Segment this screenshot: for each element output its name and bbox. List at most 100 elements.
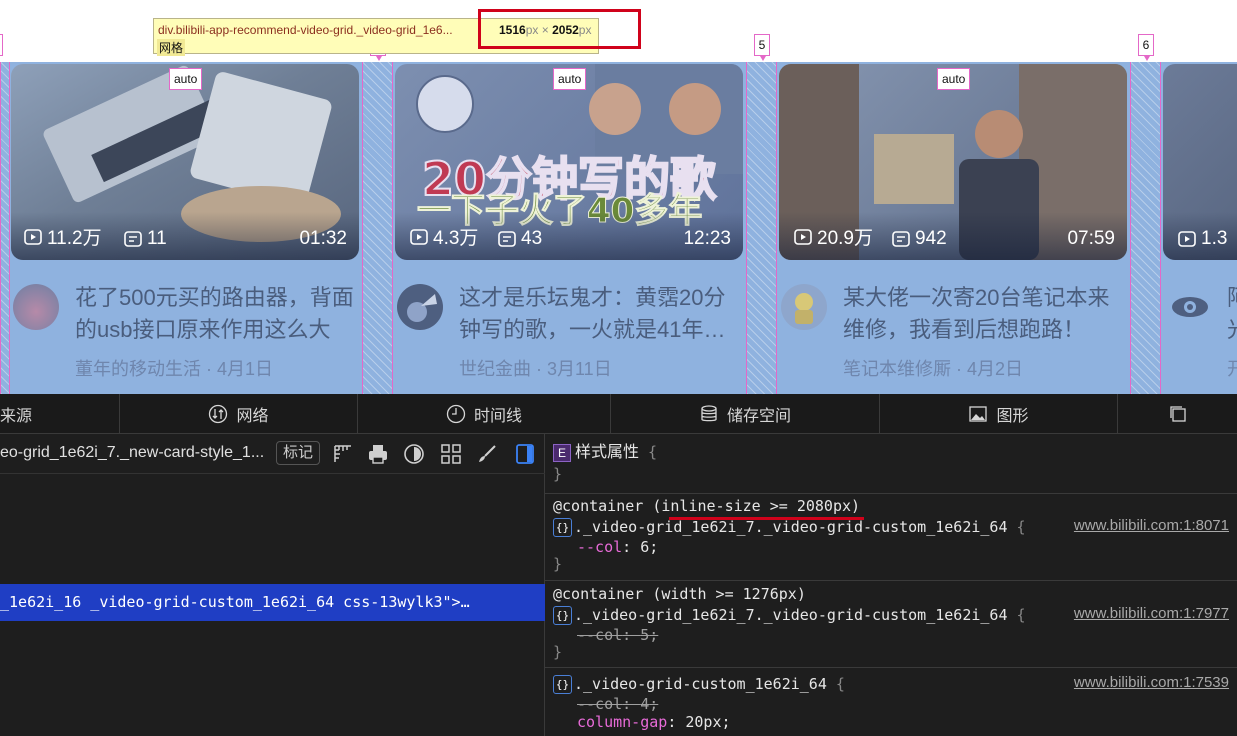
uploader-name[interactable]: 笔记本维修厮	[843, 359, 951, 379]
video-title[interactable]: 阿 光	[1227, 282, 1237, 346]
property-value: 4	[640, 695, 650, 713]
css-rule-selector[interactable]: {} ._video-grid_1e62i_7._video-grid-custo…	[553, 605, 1026, 625]
curly-braces-icon: {}	[553, 675, 572, 694]
video-thumbnail[interactable]: 20分钟写的歌 一下子火了40多年 4.3万 43 12:23	[395, 64, 743, 260]
view-count-text: 1.3	[1201, 228, 1228, 249]
color-scheme-tool[interactable]	[403, 443, 425, 465]
sidebar-toggle[interactable]	[514, 443, 536, 465]
property-name: --col	[577, 626, 623, 644]
play-count-icon	[1178, 231, 1196, 247]
gramophone-icon	[407, 294, 437, 322]
video-duration: 01:32	[299, 228, 347, 249]
video-title[interactable]: 这才是乐坛鬼才：黄霑20分钟写的歌，一火就是41年…	[459, 282, 747, 346]
danmaku-icon	[124, 231, 142, 247]
open-brace: {	[648, 443, 658, 461]
grid-layout-tool[interactable]	[440, 443, 462, 465]
css-declaration[interactable]: column-gap: 20px;	[577, 712, 731, 732]
devtools-tab-bar: 来源 网络 时间线 储存空间 图形	[0, 394, 1237, 434]
source-link[interactable]: www.bilibili.com:1:8071	[1074, 517, 1229, 534]
tab-sources[interactable]: 来源	[0, 394, 120, 434]
tab-label: 来源	[0, 408, 33, 425]
selector-text: ._video-grid-custom_1e62i_64	[574, 675, 827, 693]
image-icon	[969, 406, 988, 422]
close-brace: }	[553, 555, 563, 573]
css-declaration[interactable]: --col: 6;	[577, 537, 658, 557]
close-brace: }	[553, 643, 563, 661]
uploader-avatar[interactable]	[781, 284, 827, 330]
css-rule-selector[interactable]: {} ._video-grid-custom_1e62i_64 {	[553, 674, 845, 694]
property-name: column-gap	[577, 713, 668, 731]
source-link[interactable]: www.bilibili.com:1:7977	[1074, 605, 1229, 622]
tab-label: 时间线	[473, 408, 522, 425]
video-meta: 笔记本维修厮 · 4月2日	[843, 359, 1024, 379]
video-thumbnail[interactable]: 1.3	[1163, 64, 1237, 260]
publish-date: 4月1日	[217, 359, 274, 379]
mark-button[interactable]: 标记	[276, 441, 321, 465]
sidebar-panel-icon	[516, 444, 534, 464]
edit-tool[interactable]	[476, 443, 498, 465]
dom-breadcrumb[interactable]: eo-grid_1e62i_7._new-card-style_1...	[0, 444, 264, 462]
clock-icon	[446, 404, 466, 424]
storage-icon	[701, 405, 717, 422]
tooltip-selector: div.bilibili-app-recommend-video-grid._v…	[158, 23, 453, 37]
network-icon	[209, 404, 228, 424]
tab-more[interactable]	[1118, 394, 1237, 434]
uploader-name[interactable]: 董年的移动生活	[75, 359, 201, 379]
print-tool[interactable]	[367, 443, 389, 465]
video-thumbnail[interactable]: 20.9万 942 07:59	[779, 64, 1127, 260]
grid-column-tag-6: 6	[1138, 34, 1154, 61]
uploader-avatar[interactable]	[13, 284, 59, 330]
annotation-red-underline	[669, 517, 864, 520]
danmaku-count-text: 43	[521, 228, 543, 249]
tab-label: 储存空间	[726, 408, 791, 425]
selector-text: ._video-grid_1e62i_7._video-grid-custom_…	[574, 606, 1008, 624]
grid-column-number: 5	[758, 38, 766, 52]
publish-date: 4月2日	[967, 359, 1024, 379]
grid-track-size-tag: auto	[937, 68, 971, 90]
printer-icon	[369, 445, 387, 464]
css-rule-selector[interactable]: {} ._video-grid_1e62i_7._video-grid-custo…	[553, 517, 1026, 537]
view-count-text: 4.3万	[433, 228, 479, 249]
uploader-avatar[interactable]	[1167, 284, 1213, 330]
view-count-text: 20.9万	[817, 228, 873, 249]
ruler-tool[interactable]	[332, 443, 354, 465]
selected-dom-node[interactable]: _1e62i_16 _video-grid-custom_1e62i_64 cs…	[0, 584, 545, 621]
video-meta: 开	[1227, 359, 1237, 379]
danmaku-icon	[498, 231, 516, 247]
video-card[interactable]: 20分钟写的歌 一下子火了40多年 4.3万 43 12:23 这才是乐坛鬼才：…	[395, 64, 745, 394]
css-declaration-overridden[interactable]: --col: 5;	[577, 625, 658, 645]
tab-label: 网络	[236, 408, 269, 425]
property-value: 20px	[685, 713, 722, 731]
dom-tree-pane: eo-grid_1e62i_7._new-card-style_1... 标记 …	[0, 434, 545, 736]
video-thumbnail[interactable]: 11.2万 11 01:32	[11, 64, 359, 260]
element-style-label: 样式属性	[575, 444, 640, 461]
open-brace: {	[835, 675, 845, 693]
container-query: @container (inline-size >= 2080px)	[553, 497, 861, 515]
css-declaration-overridden[interactable]: --col: 4;	[577, 694, 658, 714]
tab-storage[interactable]: 储存空间	[611, 394, 880, 434]
danmaku-count: 43	[497, 228, 542, 250]
grid-gap-area	[1130, 62, 1161, 394]
source-link[interactable]: www.bilibili.com:1:7539	[1074, 674, 1229, 691]
uploader-name[interactable]: 世纪金曲	[459, 359, 531, 379]
video-meta: 董年的移动生活 · 4月1日	[75, 359, 274, 379]
grid-column-tag-3	[0, 34, 3, 56]
styles-pane: E 样式属性 { } @container (inline-size >= 208…	[545, 434, 1237, 736]
curly-braces-icon: {}	[553, 606, 572, 625]
tab-graphics[interactable]: 图形	[880, 394, 1118, 434]
view-count-text: 11.2万	[47, 228, 102, 249]
play-count-icon	[410, 228, 428, 245]
video-title[interactable]: 花了500元买的路由器，背面的usb接口原来作用这么大	[75, 282, 363, 346]
video-card[interactable]: 11.2万 11 01:32 花了500元买的路由器，背面的usb接口原来作用这…	[11, 64, 361, 394]
video-card[interactable]: 1.3 阿 光 开	[1163, 64, 1237, 394]
tab-timeline[interactable]: 时间线	[358, 394, 611, 434]
video-duration: 07:59	[1067, 228, 1115, 249]
video-card[interactable]: 20.9万 942 07:59 某大佬一次寄20台笔记本来维修，我看到后想跑路！…	[779, 64, 1129, 394]
tab-network[interactable]: 网络	[120, 394, 358, 434]
uploader-avatar[interactable]	[397, 284, 443, 330]
tooltip-layout-label: 网格	[157, 39, 186, 56]
element-style-header[interactable]: E 样式属性 {	[553, 442, 657, 462]
play-count-icon	[794, 228, 812, 245]
grid-column-tag-5: 5	[754, 34, 770, 61]
video-title[interactable]: 某大佬一次寄20台笔记本来维修，我看到后想跑路！	[843, 282, 1131, 346]
